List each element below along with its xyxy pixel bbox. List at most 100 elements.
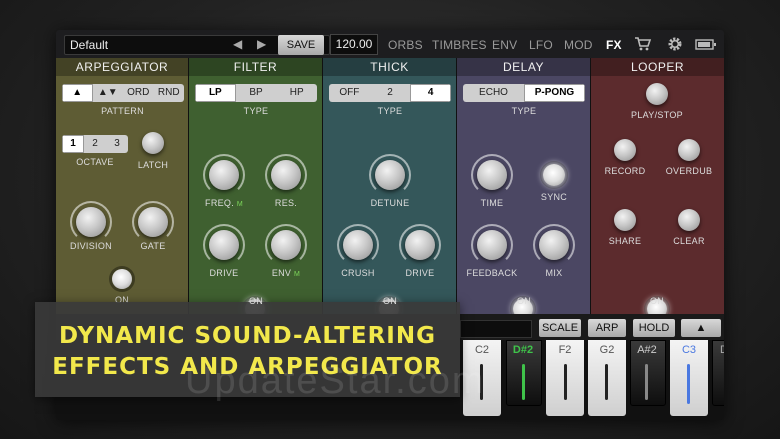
overdub-button[interactable] bbox=[678, 139, 700, 161]
octave-2[interactable]: 2 bbox=[84, 135, 106, 153]
battery-icon bbox=[695, 39, 716, 50]
key-indicator-dsharp2 bbox=[522, 364, 525, 400]
delay-type-selector[interactable]: ECHO P-PONG bbox=[463, 84, 585, 102]
delay-type-ppong[interactable]: P-PONG bbox=[524, 84, 585, 102]
filter-type-lp[interactable]: LP bbox=[195, 84, 236, 102]
key-indicator-g2 bbox=[605, 364, 608, 400]
key-indicator-f2 bbox=[564, 364, 567, 400]
time-knob[interactable] bbox=[477, 160, 507, 190]
thick-title: THICK bbox=[323, 58, 456, 76]
gate-label: GATE bbox=[140, 241, 166, 251]
delay-type-echo[interactable]: ECHO bbox=[463, 84, 524, 102]
thick-type-2[interactable]: 2 bbox=[370, 84, 411, 102]
key-label-c2: C2 bbox=[474, 344, 490, 356]
freq-label: FREQ. M bbox=[199, 198, 249, 208]
looper-title: LOOPER bbox=[591, 58, 724, 76]
clear-button[interactable] bbox=[678, 209, 700, 231]
scale-button[interactable]: SCALE bbox=[539, 319, 581, 337]
tab-orbs[interactable]: ORBS bbox=[388, 38, 423, 52]
octave-3[interactable]: 3 bbox=[106, 135, 128, 153]
feedback-label: FEEDBACK bbox=[466, 268, 518, 278]
pattern-updown[interactable]: ▲▼ bbox=[93, 84, 124, 102]
tempo-field[interactable]: 120.00 bbox=[330, 34, 378, 55]
gear-icon[interactable] bbox=[666, 35, 684, 53]
key-label-c3: C3 bbox=[681, 344, 697, 356]
thick-type-label: TYPE bbox=[377, 106, 403, 116]
filter-type-bp[interactable]: BP bbox=[236, 84, 277, 102]
delay-type-label: TYPE bbox=[511, 106, 537, 116]
tab-env[interactable]: ENV bbox=[492, 38, 517, 52]
hold-button[interactable]: HOLD bbox=[633, 319, 675, 337]
freq-knob[interactable] bbox=[209, 160, 239, 190]
tab-mod[interactable]: MOD bbox=[564, 38, 593, 52]
freq-mod-mark: M bbox=[236, 201, 243, 208]
sync-toggle[interactable] bbox=[543, 164, 565, 186]
record-label: RECORD bbox=[604, 166, 646, 176]
detune-knob[interactable] bbox=[375, 160, 405, 190]
filter-panel: FILTER LP BP HP TYPE FREQ. M RES. DRIVE … bbox=[189, 58, 323, 319]
filter-drive-knob[interactable] bbox=[209, 230, 239, 260]
key-label-asharp2: A#2 bbox=[637, 344, 657, 356]
res-knob[interactable] bbox=[271, 160, 301, 190]
time-label: TIME bbox=[480, 198, 504, 208]
pattern-selector[interactable]: ▲ ▲▼ ORD RND bbox=[62, 84, 184, 102]
pattern-up[interactable]: ▲ bbox=[62, 84, 93, 102]
play-stop-label: PLAY/STOP bbox=[631, 110, 683, 120]
arpeggiator-title: ARPEGGIATOR bbox=[56, 58, 188, 76]
filter-on-label: ON bbox=[248, 296, 264, 306]
filter-drive-label: DRIVE bbox=[209, 268, 239, 278]
pitch-strip[interactable] bbox=[460, 320, 532, 338]
pattern-rnd[interactable]: RND bbox=[154, 84, 185, 102]
filter-type-selector[interactable]: LP BP HP bbox=[195, 84, 317, 102]
detune-label: DETUNE bbox=[370, 198, 410, 208]
env-mod-mark: M bbox=[294, 271, 301, 278]
clear-label: CLEAR bbox=[673, 236, 705, 246]
latch-button[interactable] bbox=[142, 132, 164, 154]
division-knob[interactable] bbox=[76, 207, 106, 237]
top-bar: Default ◀ ▶ SAVE 120.00 ORBS TIMBRES ENV… bbox=[56, 30, 724, 60]
res-label: RES. bbox=[274, 198, 298, 208]
mix-knob[interactable] bbox=[539, 230, 569, 260]
delay-panel: DELAY ECHO P-PONG TYPE TIME SYNC FEEDBAC… bbox=[457, 58, 591, 319]
env-label-text: ENV bbox=[271, 268, 292, 278]
share-label: SHARE bbox=[608, 236, 642, 246]
save-button[interactable]: SAVE bbox=[278, 35, 324, 55]
octave-1[interactable]: 1 bbox=[62, 135, 84, 153]
caption-line-1: DYNAMIC SOUND-ALTERING bbox=[58, 323, 436, 349]
octave-selector[interactable]: 1 2 3 bbox=[62, 135, 128, 153]
delay-on-label: ON bbox=[516, 296, 532, 306]
freq-label-text: FREQ. bbox=[205, 198, 235, 208]
thick-type-4[interactable]: 4 bbox=[410, 84, 451, 102]
octave-up-button[interactable]: ▲ bbox=[681, 319, 721, 337]
thick-on-label: ON bbox=[382, 296, 398, 306]
share-button[interactable] bbox=[614, 209, 636, 231]
previous-preset-button[interactable]: ◀ bbox=[233, 37, 242, 51]
overdub-label: OVERDUB bbox=[665, 166, 713, 176]
octave-label: OCTAVE bbox=[76, 157, 114, 167]
watermark: UpdateStar.com bbox=[185, 360, 486, 402]
cart-icon[interactable] bbox=[634, 35, 652, 53]
thick-drive-knob[interactable] bbox=[405, 230, 435, 260]
thick-type-off[interactable]: OFF bbox=[329, 84, 370, 102]
arpeggiator-on-toggle[interactable] bbox=[112, 269, 132, 289]
delay-title: DELAY bbox=[457, 58, 590, 76]
arp-button[interactable]: ARP bbox=[588, 319, 626, 337]
tab-fx[interactable]: FX bbox=[606, 38, 622, 52]
env-label: ENV M bbox=[261, 268, 311, 278]
pattern-ord[interactable]: ORD bbox=[123, 84, 154, 102]
latch-label: LATCH bbox=[137, 160, 169, 170]
key-label-f2: F2 bbox=[558, 344, 572, 356]
env-knob[interactable] bbox=[271, 230, 301, 260]
key-indicator-c3 bbox=[687, 364, 690, 404]
filter-type-hp[interactable]: HP bbox=[276, 84, 317, 102]
play-stop-button[interactable] bbox=[646, 83, 668, 105]
feedback-knob[interactable] bbox=[477, 230, 507, 260]
tab-timbres[interactable]: TIMBRES bbox=[432, 38, 487, 52]
mix-label: MIX bbox=[545, 268, 563, 278]
gate-knob[interactable] bbox=[138, 207, 168, 237]
crush-knob[interactable] bbox=[343, 230, 373, 260]
record-button[interactable] bbox=[614, 139, 636, 161]
thick-type-selector[interactable]: OFF 2 4 bbox=[329, 84, 451, 102]
next-preset-button[interactable]: ▶ bbox=[257, 37, 266, 51]
tab-lfo[interactable]: LFO bbox=[529, 38, 553, 52]
